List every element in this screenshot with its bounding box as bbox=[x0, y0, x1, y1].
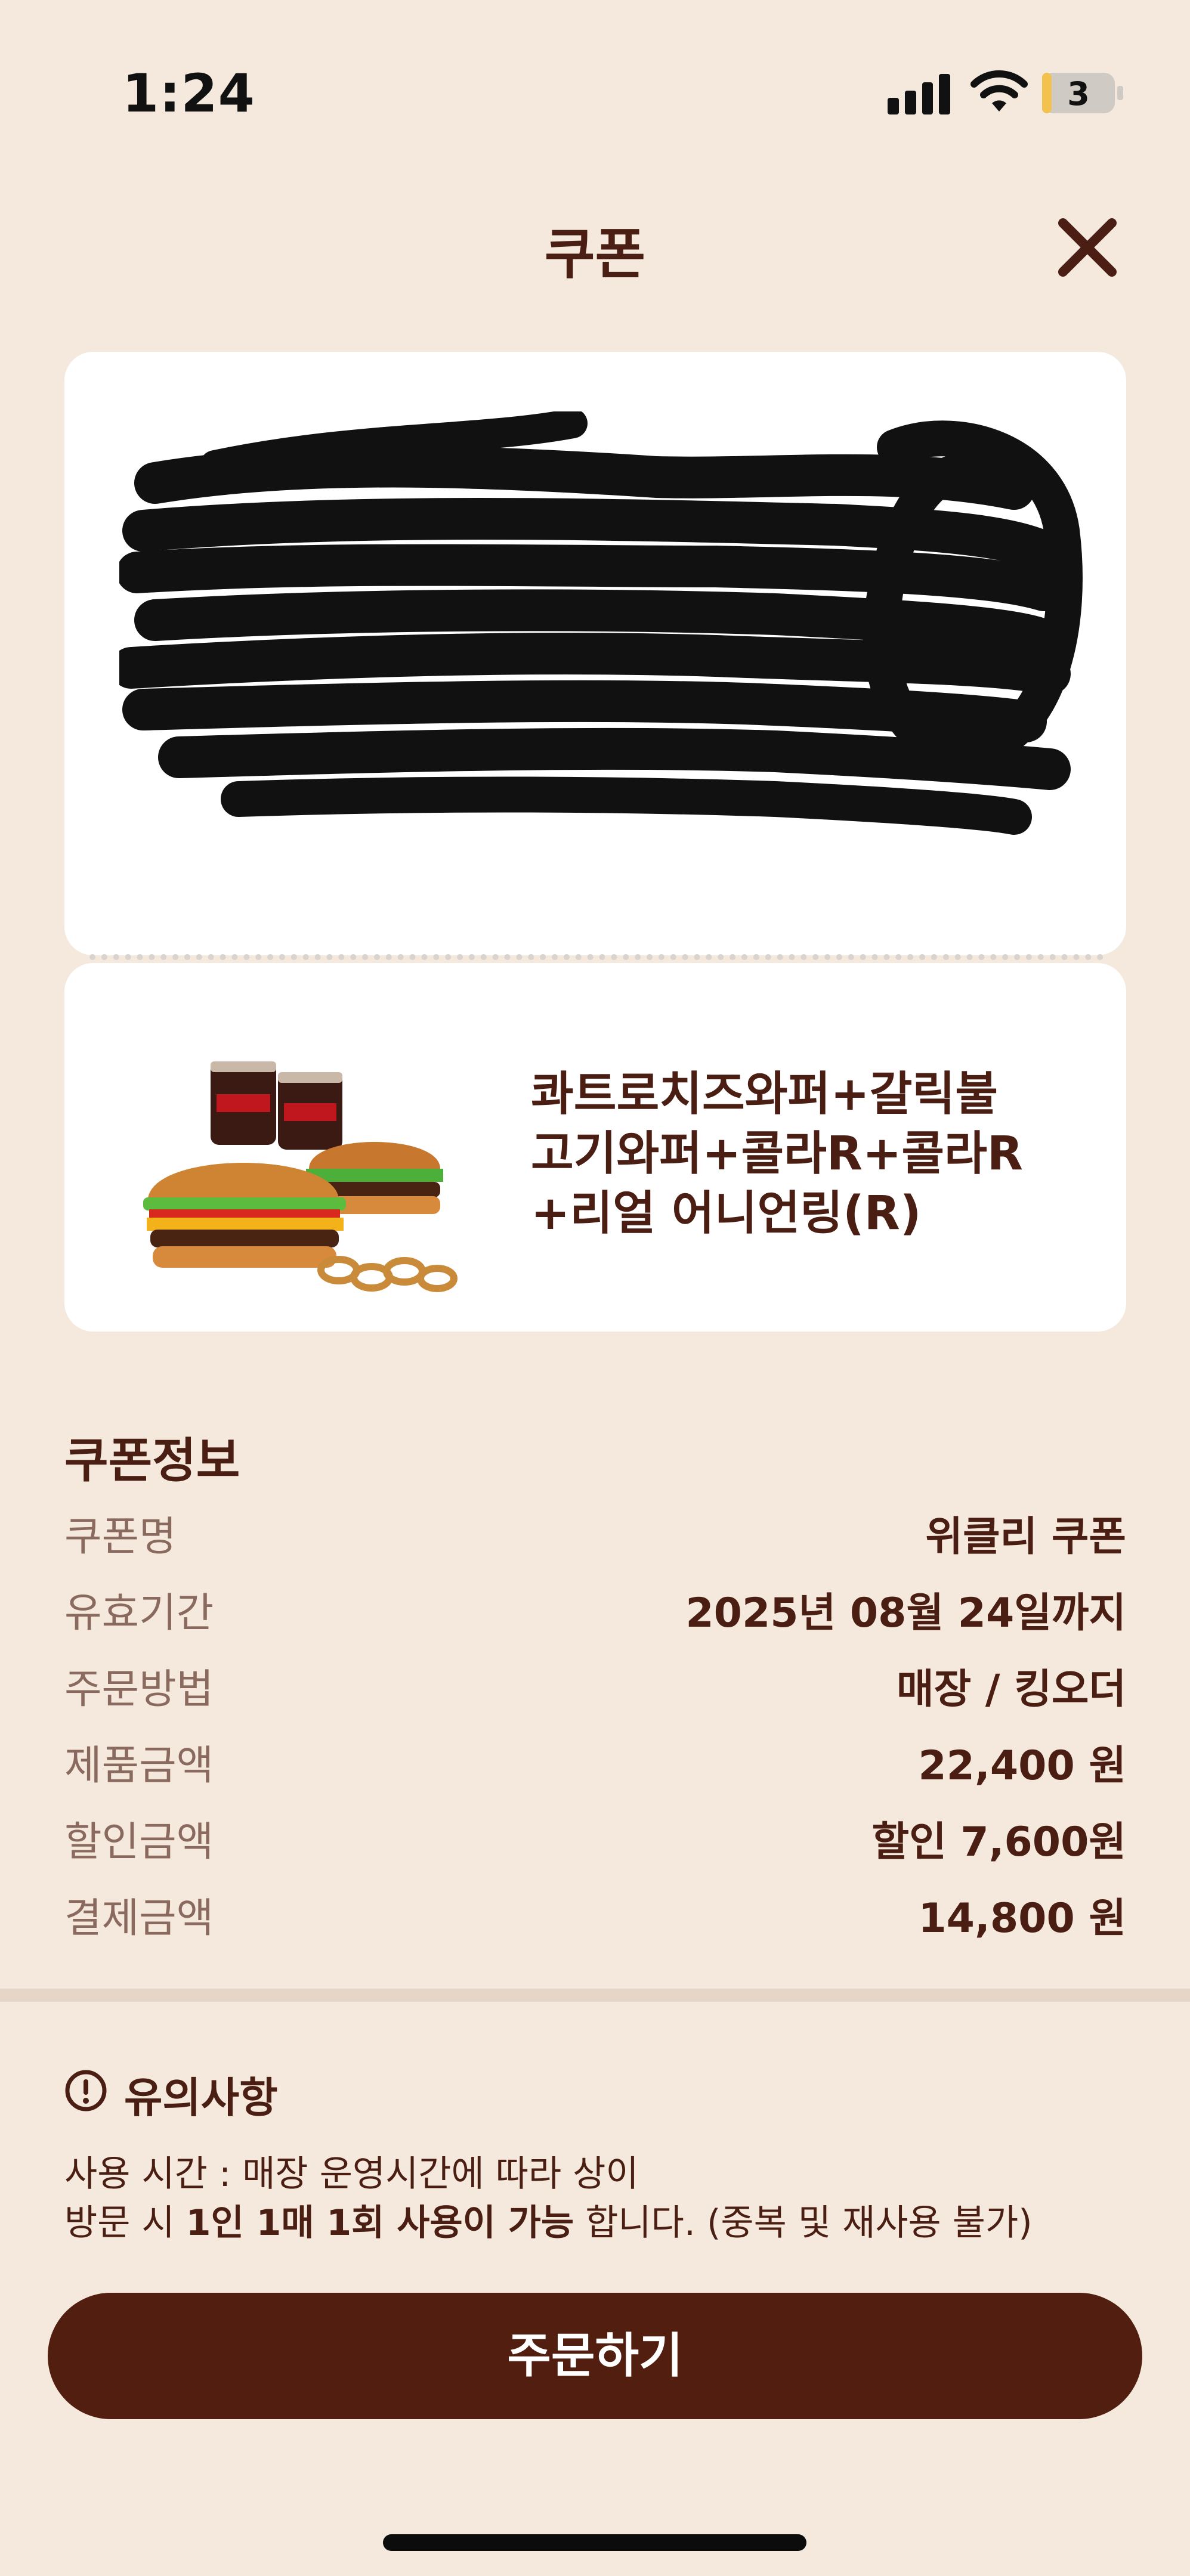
burger-set-image bbox=[143, 1061, 458, 1292]
notice-line2-bold: 1인 1매 1회 사용이 가능 bbox=[186, 2202, 574, 2244]
battery-icon: 3 bbox=[1041, 72, 1124, 114]
info-label: 결제금액 bbox=[64, 1894, 214, 1942]
info-value: 위클리 쿠폰 bbox=[925, 1513, 1126, 1561]
notice-line-usage-time: 사용 시간 : 매장 운영시간에 따라 상이 bbox=[64, 2153, 639, 2195]
barcode-redaction-scribble bbox=[119, 411, 1083, 835]
coupon-info-title: 쿠폰정보 bbox=[64, 1433, 240, 1488]
info-row-valid-period: 유효기간 2025년 08월 24일까지 bbox=[64, 1579, 1126, 1639]
page-title: 쿠폰 bbox=[544, 222, 646, 286]
info-row-payment-amount: 결제금액 14,800 원 bbox=[64, 1884, 1126, 1944]
notice-line-usage-limit: 방문 시 1인 1매 1회 사용이 가능 합니다. (중복 및 재사용 불가) bbox=[64, 2199, 1132, 2247]
wifi-icon bbox=[970, 70, 1028, 112]
notice-line2-suffix: 합니다. (중복 및 재사용 불가) bbox=[574, 2202, 1033, 2244]
notice-text: 사용 시간 : 매장 운영시간에 따라 상이 방문 시 1인 1매 1회 사용이… bbox=[64, 2150, 1132, 2247]
info-label: 유효기간 bbox=[64, 1589, 214, 1637]
info-value: 22,400 원 bbox=[918, 1742, 1126, 1789]
info-row-product-price: 제품금액 22,400 원 bbox=[64, 1732, 1126, 1791]
info-value: 할인 7,600원 bbox=[871, 1818, 1126, 1866]
home-indicator[interactable] bbox=[383, 2534, 806, 2551]
perforation-divider bbox=[89, 954, 1104, 960]
info-value: 2025년 08월 24일까지 bbox=[685, 1589, 1126, 1637]
info-row-order-method: 주문방법 매장 / 킹오더 bbox=[64, 1655, 1126, 1715]
order-button[interactable]: 주문하기 bbox=[48, 2293, 1142, 2419]
battery-level: 3 bbox=[1067, 75, 1090, 113]
info-label: 주문방법 bbox=[64, 1665, 214, 1713]
info-label: 제품금액 bbox=[64, 1742, 214, 1789]
section-divider bbox=[0, 1989, 1190, 2002]
exclamation-circle-icon bbox=[65, 2070, 107, 2111]
info-row-coupon-name: 쿠폰명 위클리 쿠폰 bbox=[64, 1503, 1126, 1562]
notice-line2-prefix: 방문 시 bbox=[64, 2202, 186, 2244]
info-label: 할인금액 bbox=[64, 1818, 214, 1866]
info-value: 매장 / 킹오더 bbox=[897, 1665, 1126, 1713]
status-time: 1:24 bbox=[122, 63, 255, 124]
close-icon[interactable] bbox=[1055, 215, 1120, 280]
info-label: 쿠폰명 bbox=[64, 1513, 177, 1561]
product-name: 콰트로치즈와퍼+갈릭불 고기와퍼+콜라R+콜라R +리얼 어니언링(R) bbox=[531, 1067, 1023, 1240]
info-row-discount: 할인금액 할인 7,600원 bbox=[64, 1808, 1126, 1868]
cellular-signal-icon bbox=[888, 72, 950, 114]
notice-title: 유의사항 bbox=[124, 2073, 278, 2122]
info-value: 14,800 원 bbox=[918, 1894, 1126, 1942]
